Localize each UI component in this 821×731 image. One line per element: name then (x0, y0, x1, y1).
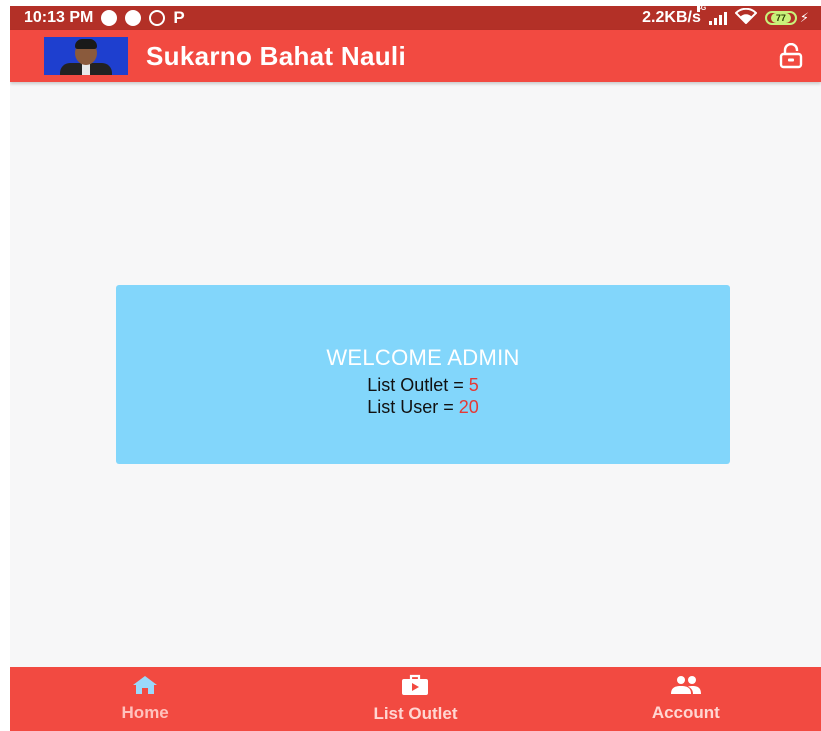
battery-level: 77 (770, 13, 791, 23)
status-time: 10:13 PM (24, 9, 94, 26)
outlet-count-label: List Outlet = (367, 375, 469, 395)
wifi-icon (734, 7, 758, 29)
signal-label: 4G (696, 6, 707, 12)
nav-label-home: Home (121, 703, 169, 722)
outlet-count-value: 5 (468, 375, 479, 395)
status-bar: 10:13 PM P 2.2KB/s 4G 77 ⚡ (10, 6, 821, 30)
messenger-icon (125, 10, 142, 26)
p-icon: P (173, 8, 185, 27)
welcome-title: WELCOME ADMIN (326, 345, 520, 370)
nav-label-list-outlet: List Outlet (373, 704, 458, 723)
network-speed: 2.2KB/s (642, 9, 701, 26)
bottom-nav: Home List Outlet Account (10, 667, 821, 731)
app-bar: Sukarno Bahat Nauli (10, 30, 821, 82)
user-count-line: List User = 20 (367, 396, 479, 418)
nav-item-home[interactable]: Home (45, 675, 245, 723)
battery-icon: 77 ⚡ (764, 10, 809, 26)
user-count-value: 20 (458, 397, 479, 417)
home-icon (133, 676, 158, 694)
outlet-count-line: List Outlet = 5 (367, 374, 479, 396)
avatar[interactable] (44, 37, 128, 75)
people-icon (670, 676, 701, 694)
ppob-icon (101, 10, 118, 26)
welcome-card: WELCOME ADMIN List Outlet = 5 List User … (116, 285, 730, 464)
status-bar-left: 10:13 PM P (24, 8, 185, 28)
charging-icon: ⚡ (799, 10, 809, 25)
phone-screen: 10:13 PM P 2.2KB/s 4G 77 ⚡ Sukarno Bahat… (10, 6, 821, 731)
whatsapp-icon (149, 10, 166, 26)
nav-item-account[interactable]: Account (586, 675, 786, 723)
briefcase-play-icon (402, 674, 429, 695)
status-bar-right: 2.2KB/s 4G 77 ⚡ (642, 6, 809, 29)
user-count-label: List User = (367, 397, 459, 417)
signal-icon: 4G (696, 6, 727, 25)
nav-item-list-outlet[interactable]: List Outlet (315, 674, 515, 724)
lock-open-icon (779, 43, 803, 69)
page-title: Sukarno Bahat Nauli (146, 40, 406, 71)
nav-label-account: Account (651, 703, 720, 722)
logout-button[interactable] (775, 40, 807, 72)
